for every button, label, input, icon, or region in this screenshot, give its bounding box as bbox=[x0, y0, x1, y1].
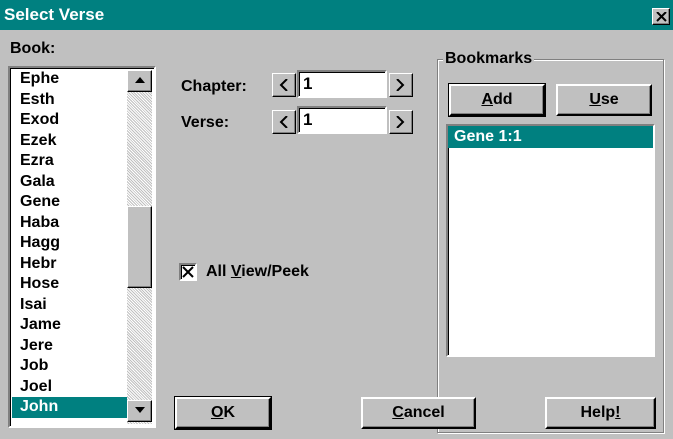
list-item[interactable]: Hebr bbox=[12, 254, 132, 275]
use-accel: U bbox=[589, 91, 601, 108]
list-item[interactable]: Gala bbox=[12, 172, 132, 193]
all-view-peek-accel: V bbox=[230, 263, 242, 280]
scroll-down-button[interactable] bbox=[127, 400, 152, 422]
scroll-up-button[interactable] bbox=[127, 70, 152, 92]
list-item[interactable]: Ezek bbox=[12, 131, 132, 152]
add-bookmark-button[interactable]: Add bbox=[448, 83, 546, 117]
chevron-right-icon bbox=[396, 79, 405, 91]
verse-next-button[interactable] bbox=[389, 110, 413, 134]
chapter-field[interactable]: 1 bbox=[297, 70, 387, 98]
close-icon bbox=[656, 12, 667, 22]
chapter-label: Chapter: bbox=[181, 78, 247, 95]
arrow-down-icon bbox=[135, 407, 145, 413]
book-listbox[interactable]: Ephe Esth Exod Ezek Ezra Gala Gene Haba Hagg Hebr… bbox=[8, 66, 156, 428]
list-item[interactable]: Hose bbox=[12, 274, 132, 295]
title-bar: Select Verse bbox=[0, 0, 673, 30]
dialog-title: Select Verse bbox=[4, 5, 105, 24]
list-item[interactable]: Isai bbox=[12, 295, 132, 316]
chapter-next-button[interactable] bbox=[389, 73, 413, 97]
help-accel: ! bbox=[615, 404, 621, 421]
list-item[interactable]: Ezra bbox=[12, 151, 132, 172]
ok-accel: O bbox=[210, 404, 224, 421]
arrow-up-icon bbox=[135, 77, 145, 83]
cancel-accel: C bbox=[392, 404, 404, 421]
verse-prev-button[interactable] bbox=[272, 110, 296, 134]
bookmark-item[interactable]: Gene 1:1 bbox=[448, 126, 653, 148]
list-item[interactable]: Joel bbox=[12, 377, 132, 398]
book-scrollbar[interactable] bbox=[127, 70, 152, 424]
list-item[interactable]: Ephe bbox=[12, 69, 132, 90]
use-bookmark-button[interactable]: Use bbox=[556, 84, 652, 116]
help-button[interactable]: Help! bbox=[545, 397, 656, 429]
ok-label-rest: K bbox=[223, 404, 235, 421]
list-item[interactable]: Hagg bbox=[12, 233, 132, 254]
verse-field[interactable]: 1 bbox=[297, 106, 387, 134]
list-item[interactable]: Jame bbox=[12, 315, 132, 336]
all-view-peek-label[interactable]: All View/Peek bbox=[206, 263, 309, 281]
all-view-peek-checkbox[interactable] bbox=[179, 263, 197, 281]
cancel-label-rest: ancel bbox=[403, 404, 445, 421]
use-label-rest: se bbox=[600, 91, 619, 108]
checkmark-x-icon bbox=[182, 266, 194, 278]
verse-value: 1 bbox=[303, 110, 313, 129]
cancel-button[interactable]: Cancel bbox=[361, 397, 476, 429]
bookmarks-listbox[interactable]: Gene 1:1 bbox=[446, 124, 655, 357]
list-item[interactable]: Exod bbox=[12, 110, 132, 131]
help-label-pre: Help bbox=[580, 404, 616, 421]
chevron-left-icon bbox=[279, 116, 288, 128]
all-view-peek-label-pre: All bbox=[206, 263, 231, 280]
list-item[interactable]: John bbox=[12, 397, 132, 418]
scroll-thumb[interactable] bbox=[127, 206, 152, 288]
list-item[interactable]: Job bbox=[12, 356, 132, 377]
book-list-items: Ephe Esth Exod Ezek Ezra Gala Gene Haba Hagg Hebr… bbox=[12, 69, 132, 418]
all-view-peek-label-post: iew/Peek bbox=[241, 263, 309, 280]
verse-label: Verse: bbox=[181, 114, 230, 131]
list-item[interactable]: Jere bbox=[12, 336, 132, 357]
select-verse-dialog: Select Verse Book: Ephe Esth Exod Ezek Ezra G… bbox=[0, 0, 673, 439]
list-item[interactable]: Haba bbox=[12, 213, 132, 234]
ok-button[interactable]: OK bbox=[174, 396, 272, 430]
add-accel: A bbox=[481, 91, 493, 108]
chevron-right-icon bbox=[396, 116, 405, 128]
book-label: Book: bbox=[10, 40, 56, 57]
close-button[interactable] bbox=[652, 8, 670, 25]
bookmarks-title: Bookmarks bbox=[443, 50, 535, 68]
add-label-rest: dd bbox=[493, 91, 513, 108]
chapter-value: 1 bbox=[303, 74, 313, 93]
list-item[interactable]: Esth bbox=[12, 90, 132, 111]
chapter-prev-button[interactable] bbox=[272, 73, 296, 97]
bookmark-items: Gene 1:1 bbox=[448, 126, 653, 148]
chevron-left-icon bbox=[279, 79, 288, 91]
list-item[interactable]: Gene bbox=[12, 192, 132, 213]
